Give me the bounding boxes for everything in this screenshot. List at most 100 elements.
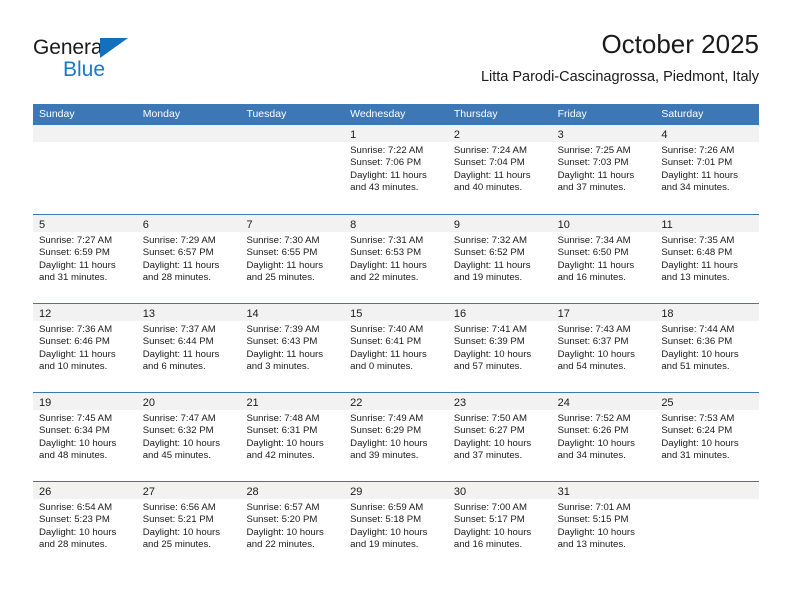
calendar-day-cell[interactable]: 18 Sunrise: 7:44 AM Sunset: 6:36 PM Dayligh…	[655, 304, 760, 392]
calendar-day-cell[interactable]: 30 Sunrise: 7:00 AM Sunset: 5:17 PM Dayligh…	[447, 482, 552, 570]
calendar-day-cell-empty	[655, 482, 760, 570]
day-header-friday: Friday	[557, 108, 587, 120]
daylight-text-cont: and 28 minutes.	[142, 272, 211, 284]
logo-text-general: General	[33, 36, 108, 59]
day-number-band: 5	[33, 215, 137, 232]
daylight-text: Daylight: 11 hours	[453, 259, 531, 271]
day-number: 9	[453, 219, 460, 231]
day-number: 3	[557, 129, 564, 141]
daylight-text-cont: and 51 minutes.	[661, 361, 730, 373]
page-title: October 2025	[601, 29, 759, 59]
calendar-day-cell[interactable]: 10 Sunrise: 7:34 AM Sunset: 6:50 PM Dayligh…	[551, 215, 656, 303]
calendar-day-cell[interactable]: 12 Sunrise: 7:36 AM Sunset: 6:46 PM Dayligh…	[33, 304, 137, 392]
calendar-day-cell[interactable]: 8 Sunrise: 7:31 AM Sunset: 6:53 PM Daylight…	[344, 215, 448, 303]
sunset-text: Sunset: 6:48 PM	[661, 247, 733, 259]
day-number-band: 29	[344, 482, 448, 499]
day-number: 11	[661, 219, 673, 231]
calendar-day-cell[interactable]: 21 Sunrise: 7:48 AM Sunset: 6:31 PM Dayligh…	[240, 393, 345, 481]
day-number-band	[240, 125, 345, 142]
sunrise-text: Sunrise: 6:59 AM	[350, 502, 424, 513]
day-number-band: 6	[136, 215, 241, 232]
daylight-text-cont: and 28 minutes.	[39, 539, 108, 551]
daylight-text-cont: and 31 minutes.	[661, 450, 730, 462]
sunset-text: Sunset: 5:23 PM	[39, 514, 110, 526]
calendar-day-cell[interactable]: 7 Sunrise: 7:30 AM Sunset: 6:55 PM Daylight…	[240, 215, 345, 303]
day-details: Sunrise: 7:27 AM Sunset: 6:59 PM Daylight:…	[33, 232, 137, 285]
day-details: Sunrise: 7:41 AM Sunset: 6:39 PM Daylight:…	[448, 321, 552, 374]
calendar-day-cell[interactable]: 3 Sunrise: 7:25 AM Sunset: 7:03 PM Daylight…	[551, 125, 656, 214]
calendar-day-cell[interactable]: 23 Sunrise: 7:50 AM Sunset: 6:27 PM Dayligh…	[447, 393, 552, 481]
sunrise-text: Sunrise: 7:24 AM	[453, 145, 527, 156]
calendar-day-cell[interactable]: 25 Sunrise: 7:53 AM Sunset: 6:24 PM Dayligh…	[655, 393, 760, 481]
day-details: Sunrise: 7:32 AM Sunset: 6:52 PM Daylight:…	[448, 232, 552, 285]
sunset-text: Sunset: 6:29 PM	[350, 425, 422, 437]
daylight-text-cont: and 19 minutes.	[350, 539, 419, 551]
sunset-text: Sunset: 6:26 PM	[557, 425, 629, 437]
day-details: Sunrise: 7:35 AM Sunset: 6:48 PM Daylight:…	[655, 232, 759, 285]
day-number-band: 28	[240, 482, 345, 499]
calendar-day-cell[interactable]: 6 Sunrise: 7:29 AM Sunset: 6:57 PM Daylight…	[136, 215, 241, 303]
generalblue-logo[interactable]: General Blue	[33, 36, 213, 92]
sunset-text: Sunset: 6:37 PM	[557, 336, 629, 348]
calendar-day-cell[interactable]: 5 Sunrise: 7:27 AM Sunset: 6:59 PM Daylight…	[33, 215, 137, 303]
calendar-day-cell[interactable]: 2 Sunrise: 7:24 AM Sunset: 7:04 PM Daylight…	[447, 125, 552, 214]
day-number-band: 30	[447, 482, 552, 499]
sunset-text: Sunset: 5:15 PM	[557, 514, 629, 526]
day-details: Sunrise: 7:39 AM Sunset: 6:43 PM Daylight:…	[240, 321, 344, 374]
calendar-day-cell[interactable]: 31 Sunrise: 7:01 AM Sunset: 5:15 PM Dayligh…	[551, 482, 656, 570]
day-details: Sunrise: 7:53 AM Sunset: 6:24 PM Daylight:…	[655, 410, 759, 463]
day-number-band: 23	[447, 393, 552, 410]
daylight-text: Daylight: 11 hours	[39, 348, 116, 360]
calendar-day-cell[interactable]: 27 Sunrise: 6:56 AM Sunset: 5:21 PM Dayligh…	[136, 482, 241, 570]
calendar-day-cell[interactable]: 16 Sunrise: 7:41 AM Sunset: 6:39 PM Dayligh…	[447, 304, 552, 392]
day-number-band: 21	[240, 393, 345, 410]
day-number: 8	[350, 219, 357, 231]
sunrise-text: Sunrise: 7:47 AM	[142, 413, 216, 424]
calendar-day-cell[interactable]: 22 Sunrise: 7:49 AM Sunset: 6:29 PM Dayligh…	[344, 393, 448, 481]
sunrise-text: Sunrise: 7:29 AM	[142, 235, 216, 246]
sunset-text: Sunset: 6:24 PM	[661, 425, 733, 437]
daylight-text: Daylight: 10 hours	[142, 437, 221, 449]
calendar-day-cell[interactable]: 11 Sunrise: 7:35 AM Sunset: 6:48 PM Dayligh…	[655, 215, 760, 303]
daylight-text: Daylight: 11 hours	[557, 259, 635, 271]
calendar-day-cell[interactable]: 17 Sunrise: 7:43 AM Sunset: 6:37 PM Dayligh…	[551, 304, 656, 392]
day-details: Sunrise: 7:00 AM Sunset: 5:17 PM Daylight:…	[448, 499, 552, 552]
day-header-saturday: Saturday	[661, 108, 704, 120]
daylight-text-cont: and 42 minutes.	[246, 450, 315, 462]
daylight-text: Daylight: 11 hours	[453, 169, 531, 181]
calendar-day-cell[interactable]: 15 Sunrise: 7:40 AM Sunset: 6:41 PM Dayligh…	[344, 304, 448, 392]
day-details: Sunrise: 7:43 AM Sunset: 6:37 PM Daylight:…	[552, 321, 656, 374]
day-details: Sunrise: 7:37 AM Sunset: 6:44 PM Daylight:…	[137, 321, 241, 374]
day-number: 5	[39, 219, 46, 231]
sunset-text: Sunset: 6:43 PM	[246, 336, 318, 348]
daylight-text-cont: and 22 minutes.	[246, 539, 315, 551]
page-subtitle: Litta Parodi-Cascinagrossa, Piedmont, It…	[480, 69, 759, 85]
calendar-day-cell[interactable]: 14 Sunrise: 7:39 AM Sunset: 6:43 PM Dayligh…	[240, 304, 345, 392]
calendar-day-cell[interactable]: 13 Sunrise: 7:37 AM Sunset: 6:44 PM Dayligh…	[136, 304, 241, 392]
day-number-band: 11	[655, 215, 760, 232]
calendar-day-cell[interactable]: 19 Sunrise: 7:45 AM Sunset: 6:34 PM Dayligh…	[33, 393, 137, 481]
sunrise-text: Sunrise: 7:36 AM	[39, 324, 113, 335]
calendar-day-cell[interactable]: 9 Sunrise: 7:32 AM Sunset: 6:52 PM Daylight…	[447, 215, 552, 303]
sunrise-text: Sunrise: 7:25 AM	[557, 145, 631, 156]
day-details: Sunrise: 6:54 AM Sunset: 5:23 PM Daylight:…	[33, 499, 137, 552]
daylight-text-cont: and 37 minutes.	[453, 450, 523, 462]
calendar-week-row: 5 Sunrise: 7:27 AM Sunset: 6:59 PM Daylight…	[33, 214, 760, 303]
sunset-text: Sunset: 7:01 PM	[661, 157, 733, 169]
sunset-text: Sunset: 6:36 PM	[661, 336, 733, 348]
daylight-text-cont: and 19 minutes.	[453, 272, 523, 284]
calendar-day-cell[interactable]: 20 Sunrise: 7:47 AM Sunset: 6:32 PM Dayligh…	[136, 393, 241, 481]
day-details: Sunrise: 7:22 AM Sunset: 7:06 PM Daylight:…	[344, 142, 448, 195]
sunrise-text: Sunrise: 7:41 AM	[453, 324, 527, 335]
day-details: Sunrise: 7:36 AM Sunset: 6:46 PM Daylight:…	[33, 321, 137, 374]
calendar-day-cell[interactable]: 24 Sunrise: 7:52 AM Sunset: 6:26 PM Dayligh…	[551, 393, 656, 481]
day-number: 1	[350, 129, 357, 141]
calendar-day-cell[interactable]: 1 Sunrise: 7:22 AM Sunset: 7:06 PM Daylight…	[344, 125, 448, 214]
sunset-text: Sunset: 6:57 PM	[142, 247, 214, 259]
calendar-day-cell[interactable]: 28 Sunrise: 6:57 AM Sunset: 5:20 PM Dayligh…	[240, 482, 345, 570]
calendar-day-cell[interactable]: 26 Sunrise: 6:54 AM Sunset: 5:23 PM Dayligh…	[33, 482, 137, 570]
daylight-text-cont: and 16 minutes.	[557, 272, 626, 284]
day-details: Sunrise: 7:50 AM Sunset: 6:27 PM Daylight:…	[448, 410, 552, 463]
calendar-day-cell[interactable]: 4 Sunrise: 7:26 AM Sunset: 7:01 PM Daylight…	[655, 125, 760, 214]
calendar-day-cell[interactable]: 29 Sunrise: 6:59 AM Sunset: 5:18 PM Dayligh…	[344, 482, 448, 570]
